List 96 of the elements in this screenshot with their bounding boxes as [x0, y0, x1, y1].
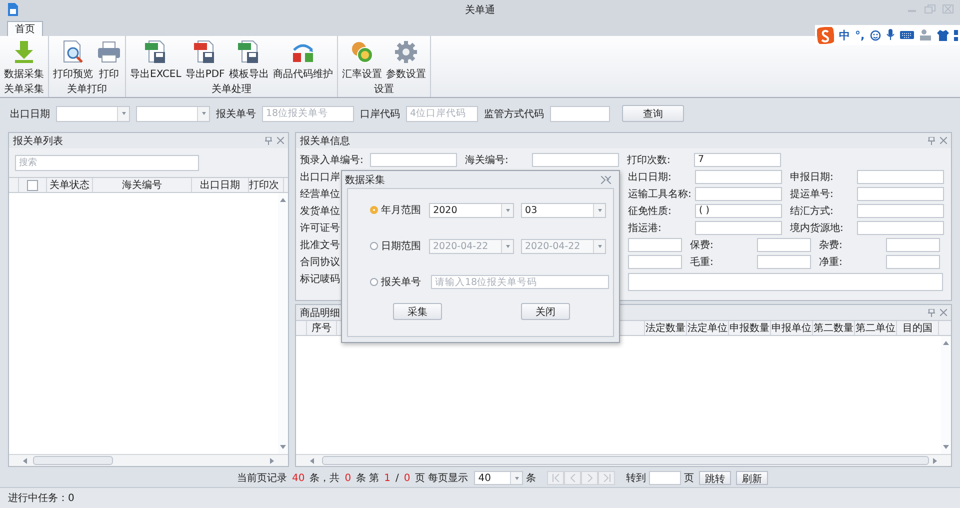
pager-label: 第 — [369, 472, 380, 485]
ribbon-group-label: 设置 — [374, 83, 394, 97]
pager-button[interactable]: 刷新 — [736, 471, 768, 485]
field-label: 发货单位 — [300, 204, 340, 218]
count: 0 — [344, 472, 352, 484]
ribbon-button[interactable]: 打印 — [95, 36, 123, 83]
filter-label: 监管方式代码 — [484, 108, 544, 120]
pager-label: 条，共 — [310, 472, 340, 485]
dropdown-value: 2020 — [433, 204, 458, 216]
column-header[interactable]: 法定单位 — [687, 321, 729, 335]
ribbon-button[interactable]: 参数设置 — [384, 36, 428, 83]
window-title: 关单通 — [465, 4, 495, 17]
dialog-button[interactable]: 关闭 — [521, 303, 570, 320]
field-label: 出口口岸 — [300, 170, 340, 184]
field-label: 杂费: — [819, 238, 844, 252]
field-label: 结汇方式: — [790, 204, 834, 218]
dialog-button[interactable]: 采集 — [393, 303, 442, 320]
dropdown-value: 2020-04-22 — [525, 240, 580, 252]
option-label[interactable]: 报关单号 — [381, 275, 431, 289]
pager-label: 条 — [526, 472, 536, 485]
column-header[interactable]: 出口日期 — [192, 178, 249, 192]
text-field[interactable]: 18位报关单号 — [262, 106, 354, 122]
dropdown-value: 2020-04-22 — [432, 240, 488, 252]
field-label: 出口日期: — [628, 170, 672, 184]
field-label: 经营单位 — [300, 188, 340, 200]
filter-label: 出口日期 — [10, 108, 50, 120]
ribbon-group-label: 关单打印 — [67, 83, 107, 97]
ribbon-button[interactable]: 模板导出 — [226, 36, 271, 83]
pager-label: 当前页记录 — [237, 472, 287, 485]
input-mode[interactable]: 中 — [839, 28, 850, 42]
ribbon-button[interactable]: 商品代码维护 — [270, 36, 335, 83]
panel-title: 报关单列表 — [13, 134, 63, 148]
field-label: 运输工具名称: — [628, 188, 692, 200]
filter-label: 报关单号 — [216, 108, 256, 120]
ribbon-group-label: 关单采集 — [4, 83, 44, 97]
panel-title: 商品明细 — [300, 306, 340, 320]
pager-label: 转到 — [626, 472, 646, 485]
field-label: 申报日期: — [790, 170, 834, 184]
count: 1 — [384, 472, 390, 484]
page-size-dropdown[interactable]: 40 — [474, 471, 524, 485]
count: 0 — [404, 472, 410, 484]
column-header[interactable]: 海关编号 — [93, 178, 192, 192]
dropdown[interactable]: 2020 — [429, 202, 514, 218]
field-label: 批准文号 — [300, 238, 340, 252]
column-header[interactable]: 第二单位 — [855, 321, 897, 335]
page-size-value: 40 — [478, 472, 491, 484]
ribbon-button[interactable]: 打印预览 — [51, 36, 95, 83]
count: 40 — [292, 472, 305, 484]
dropdown-value: 03 — [525, 204, 538, 216]
dialog-title: 数据采集 — [345, 174, 385, 186]
search-field[interactable]: 搜索 — [15, 155, 199, 171]
option-label[interactable]: 年月范围 — [380, 203, 430, 217]
field-label: 标记唛码 — [300, 272, 340, 286]
ribbon-button[interactable]: 数据采集 — [2, 36, 46, 83]
field-label: 提运单号: — [790, 188, 834, 200]
tab[interactable]: 首页 — [7, 21, 43, 36]
field-label: 合同协议 — [300, 256, 340, 268]
field-label: 打印次数: — [627, 154, 672, 166]
pager-label: 每页显示 — [428, 472, 468, 485]
field-label: 预录入单编号: — [300, 154, 364, 166]
field-label: 净重: — [819, 256, 844, 268]
column-header[interactable]: 第二数量 — [813, 321, 855, 335]
pager-button[interactable]: 跳转 — [699, 471, 732, 485]
column-header[interactable]: 法定数量 — [645, 321, 687, 335]
query-button[interactable]: 查询 — [622, 105, 684, 122]
pager-label: 页 — [684, 472, 694, 485]
text-field[interactable]: 4位口岸代码 — [406, 106, 478, 122]
field-label: 许可证号 — [300, 222, 340, 234]
column-header[interactable]: 关单状态 — [47, 178, 93, 192]
dropdown[interactable]: 03 — [521, 202, 606, 218]
column-header[interactable]: 申报单位 — [771, 321, 813, 335]
field-label: 征免性质: — [628, 204, 672, 218]
field-label: 毛重: — [690, 256, 714, 268]
ribbon-group-label: 关单处理 — [211, 83, 252, 97]
column-header[interactable]: 目的国 — [897, 321, 939, 335]
filter-label: 口岸代码 — [360, 108, 400, 120]
input-field[interactable]: ( ) — [695, 204, 782, 218]
field-label: 境内货源地: — [790, 222, 844, 234]
field-label: 海关编号: — [465, 154, 510, 166]
text-field[interactable]: 请输入18位报关单号码 — [431, 275, 609, 289]
panel-title: 报关单信息 — [300, 134, 350, 148]
column-header[interactable]: 申报数量 — [729, 321, 771, 335]
pager-label: 页 — [415, 472, 426, 485]
field-label: 指运港: — [628, 222, 662, 234]
pager-label: / — [395, 472, 399, 484]
ribbon-button[interactable]: 导出EXCEL — [128, 36, 184, 83]
punctuation-mode[interactable]: °, — [855, 28, 865, 42]
ribbon-button[interactable]: 汇率设置 — [340, 36, 384, 83]
field-label: 保费: — [690, 238, 714, 252]
pager-label: 条 — [356, 472, 366, 485]
column-header[interactable]: 序号 — [307, 321, 337, 335]
input-field[interactable]: 7 — [694, 152, 781, 166]
column-header[interactable]: 打印次 — [249, 178, 284, 192]
ribbon-button[interactable]: 导出PDF — [183, 36, 227, 83]
option-label[interactable]: 日期范围 — [380, 239, 429, 253]
status-text: 进行中任务：0 — [8, 492, 74, 505]
